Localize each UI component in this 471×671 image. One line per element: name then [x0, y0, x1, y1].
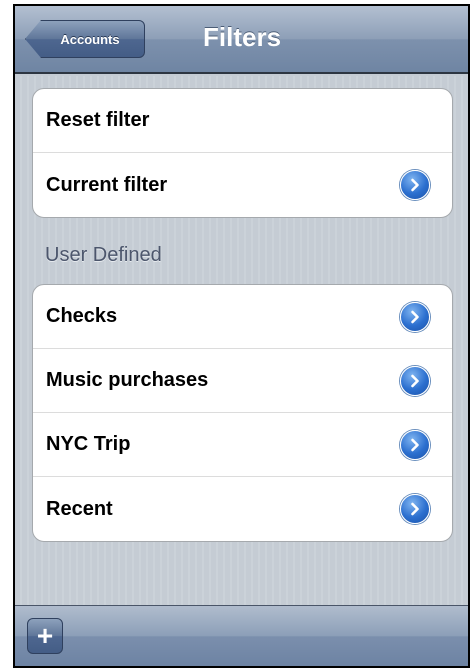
- user-defined-filters-group: Checks Music purchases NYC Trip Recent: [32, 284, 453, 542]
- list-item-label: NYC Trip: [46, 433, 131, 455]
- chevron-right-icon: [411, 502, 419, 516]
- list-item-current-filter[interactable]: Current filter: [33, 153, 452, 217]
- chevron-right-circle-icon[interactable]: [400, 494, 430, 524]
- chevron-right-icon: [411, 310, 419, 323]
- list-item-label: Checks: [46, 305, 118, 327]
- list-item-label: Recent: [46, 497, 113, 520]
- back-button-accounts[interactable]: Accounts: [25, 20, 145, 58]
- bottom-toolbar: +: [15, 605, 468, 666]
- list-item-nyc-trip[interactable]: NYC Trip: [33, 413, 452, 477]
- section-header-user-defined: User Defined: [45, 244, 162, 266]
- filter-options-group: Reset filter Current filter: [32, 88, 453, 218]
- list-item-label: Reset filter: [46, 109, 150, 131]
- chevron-right-icon: [411, 438, 419, 451]
- chevron-right-circle-icon[interactable]: [400, 301, 430, 332]
- chevron-right-icon: [411, 374, 419, 387]
- list-item-checks[interactable]: Checks: [33, 285, 452, 349]
- chevron-right-circle-icon[interactable]: [400, 365, 430, 396]
- list-item-music-purchases[interactable]: Music purchases: [33, 349, 452, 413]
- phone-frame: Accounts Filters Reset filter Current fi…: [13, 4, 470, 668]
- page-title: Filters: [203, 22, 282, 52]
- add-filter-button[interactable]: +: [27, 618, 63, 654]
- back-button-label: Accounts: [60, 31, 120, 47]
- chevron-right-circle-icon[interactable]: [400, 170, 430, 200]
- list-item-reset-filter[interactable]: Reset filter: [33, 89, 452, 153]
- chevron-right-icon: [411, 178, 419, 192]
- list-item-label: Current filter: [46, 173, 168, 196]
- list-item-recent[interactable]: Recent: [33, 477, 452, 541]
- navigation-bar: Accounts Filters: [15, 6, 468, 74]
- list-item-label: Music purchases: [46, 369, 209, 391]
- plus-icon: +: [36, 620, 54, 651]
- chevron-right-circle-icon[interactable]: [400, 429, 430, 460]
